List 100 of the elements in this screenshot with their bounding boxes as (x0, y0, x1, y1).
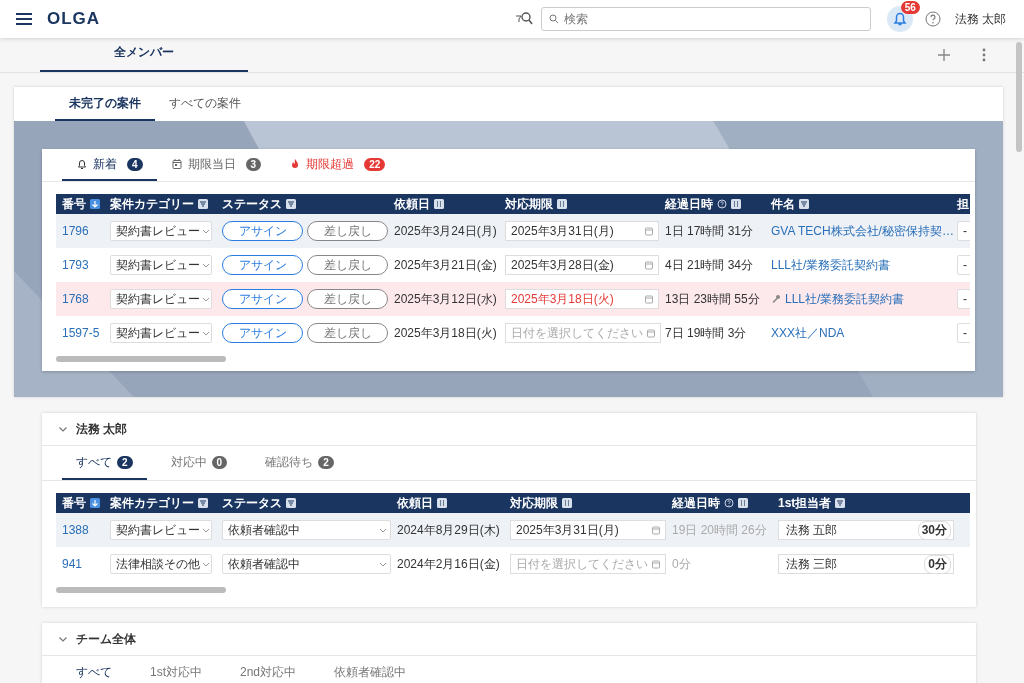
assignee-field[interactable]: 法務 五郎 30分 (778, 520, 954, 540)
category-select[interactable]: - (957, 289, 970, 309)
case-link[interactable]: LLL社/業務委託契約書 (771, 256, 891, 274)
advanced-search-icon[interactable] (514, 11, 533, 27)
status-select[interactable]: 依頼者確認中 (222, 520, 391, 540)
column-header: 対応期限 (510, 494, 558, 512)
table-cell: 2025年3月12日(水) (394, 290, 497, 308)
sort-icon[interactable] (731, 199, 741, 209)
sort-icon[interactable] (557, 199, 567, 209)
search-field[interactable]: 検索 (540, 7, 871, 31)
sort-descending-icon[interactable] (90, 199, 100, 209)
table-row[interactable]: 1768 契約書レビュー アサイン 差し戻し 2025年3月12日(水) 2025年3月18日(火) 13日 23時間 55分 LLL社/業務委託契約書 - (56, 282, 970, 316)
sort-icon[interactable] (562, 498, 572, 508)
category-select[interactable]: 契約書レビュー (110, 255, 212, 275)
return-button[interactable]: 差し戻し (307, 255, 388, 275)
category-select[interactable]: 契約書レビュー (110, 289, 212, 309)
menu-icon[interactable] (16, 13, 32, 25)
case-link[interactable]: LLL社/業務委託契約書 (771, 290, 905, 308)
filter-tab[interactable]: すべて 2 (62, 446, 147, 480)
chevron-down-icon[interactable] (58, 634, 68, 644)
table-row[interactable]: 1796 契約書レビュー アサイン 差し戻し 2025年3月24日(月) 2025年3月31日(月) 1日 17時間 31分 GVA TECH株式会社/秘密保持契… - (56, 214, 970, 248)
bell-icon (76, 158, 88, 170)
column-header: 対応期限 (505, 195, 553, 213)
category-select[interactable]: - (957, 221, 970, 241)
logo[interactable]: OLGA (47, 9, 101, 29)
member-tab[interactable]: 全メンバー (40, 38, 248, 72)
column-header: 依頼日 (394, 195, 430, 213)
assign-button[interactable]: アサイン (222, 221, 303, 241)
category-select[interactable]: 契約書レビュー (110, 520, 212, 540)
table-cell: 7日 19時間 3分 (665, 324, 747, 342)
sort-icon[interactable] (738, 498, 748, 508)
filter-icon[interactable] (835, 498, 846, 508)
alert-tab[interactable]: 期限当日 3 (156, 149, 276, 181)
date-field[interactable]: 2025年3月18日(火) (505, 289, 659, 309)
alert-tab[interactable]: 期限超過 22 (275, 149, 400, 181)
case-link[interactable]: GVA TECH株式会社/秘密保持契… (771, 222, 954, 240)
column-header: 番号 (62, 494, 86, 512)
filter-tab[interactable]: 対応中 0 (156, 446, 242, 480)
help-icon (717, 199, 727, 209)
horizontal-scrollbar[interactable] (56, 356, 226, 362)
return-button[interactable]: 差し戻し (307, 221, 388, 241)
filter-tab[interactable]: 依頼者確認中 (320, 656, 421, 683)
vertical-scrollbar[interactable] (1016, 42, 1022, 152)
category-select[interactable]: - (957, 323, 970, 343)
column-header: 依頼日 (397, 494, 433, 512)
sort-icon[interactable] (434, 199, 444, 209)
date-field[interactable]: 2025年3月31日(月) (505, 221, 659, 241)
more-icon[interactable] (982, 48, 986, 62)
table-cell: 19日 20時間 26分 (672, 521, 767, 539)
filter-tab[interactable]: 1st対応中 (136, 656, 216, 683)
user-name[interactable]: 法務 太郎 (954, 10, 1006, 28)
column-header: 件名 (771, 195, 795, 213)
category-select[interactable]: - (957, 255, 970, 275)
case-link[interactable]: 1796 (62, 224, 89, 238)
assignee-field[interactable]: 法務 三郎 0分 (778, 554, 954, 574)
filter-tab[interactable]: すべて (62, 656, 126, 683)
category-select[interactable]: 契約書レビュー (110, 221, 212, 241)
plus-icon[interactable] (938, 49, 950, 61)
calendar-icon[interactable] (644, 260, 654, 270)
help-icon (724, 498, 734, 508)
chevron-down-icon (202, 561, 210, 567)
horizontal-scrollbar[interactable] (56, 587, 226, 593)
table-row[interactable]: 1388 契約書レビュー 依頼者確認中 2024年8月29日(木) 2025年3月31日(月) 19日 20時間 26分 法務 五郎 30分 (56, 513, 970, 547)
time-badge: 0分 (924, 554, 951, 574)
help-icon[interactable] (924, 11, 941, 27)
assign-button[interactable]: アサイン (222, 323, 303, 343)
case-tab[interactable]: すべての案件 (155, 87, 255, 121)
filter-tab[interactable]: 確認待ち 2 (251, 446, 348, 480)
case-link[interactable]: 1597-5 (62, 326, 100, 340)
chevron-down-icon[interactable] (58, 424, 68, 434)
calendar-icon[interactable] (646, 328, 656, 338)
case-link[interactable]: 1388 (62, 523, 89, 537)
category-select[interactable]: 法律相談その他 (110, 554, 212, 574)
case-link[interactable]: XXX社／NDA (771, 324, 845, 342)
case-link[interactable]: 1768 (62, 292, 89, 306)
calendar-icon[interactable] (644, 226, 654, 236)
alert-tab[interactable]: 新着 4 (62, 149, 157, 181)
assign-button[interactable]: アサイン (222, 289, 303, 309)
table-cell: 4日 21時間 34分 (665, 256, 754, 274)
return-button[interactable]: 差し戻し (307, 323, 388, 343)
assign-button[interactable]: アサイン (222, 255, 303, 275)
sort-descending-icon[interactable] (90, 498, 100, 508)
return-button[interactable]: 差し戻し (307, 289, 388, 309)
chevron-down-icon (202, 527, 210, 533)
category-select[interactable]: 契約書レビュー (110, 323, 212, 343)
search-icon (548, 14, 559, 24)
chevron-down-icon (202, 296, 210, 302)
case-link[interactable]: 941 (62, 557, 83, 571)
table-cell: 2024年8月29日(木) (397, 521, 500, 539)
filter-tab[interactable]: 2nd対応中 (226, 656, 311, 683)
calendar-icon[interactable] (644, 294, 654, 304)
date-field[interactable]: 2025年3月31日(月) (510, 520, 666, 540)
case-link[interactable]: 1793 (62, 258, 89, 272)
calendar-icon[interactable] (651, 559, 661, 569)
date-field[interactable]: 2025年3月28日(金) (505, 255, 659, 275)
calendar-icon[interactable] (651, 525, 661, 535)
status-select[interactable]: 依頼者確認中 (222, 554, 391, 574)
sort-icon[interactable] (437, 498, 447, 508)
table-cell: 2025年3月24日(月) (394, 222, 497, 240)
column-header: 案件カテゴリー (110, 494, 194, 512)
